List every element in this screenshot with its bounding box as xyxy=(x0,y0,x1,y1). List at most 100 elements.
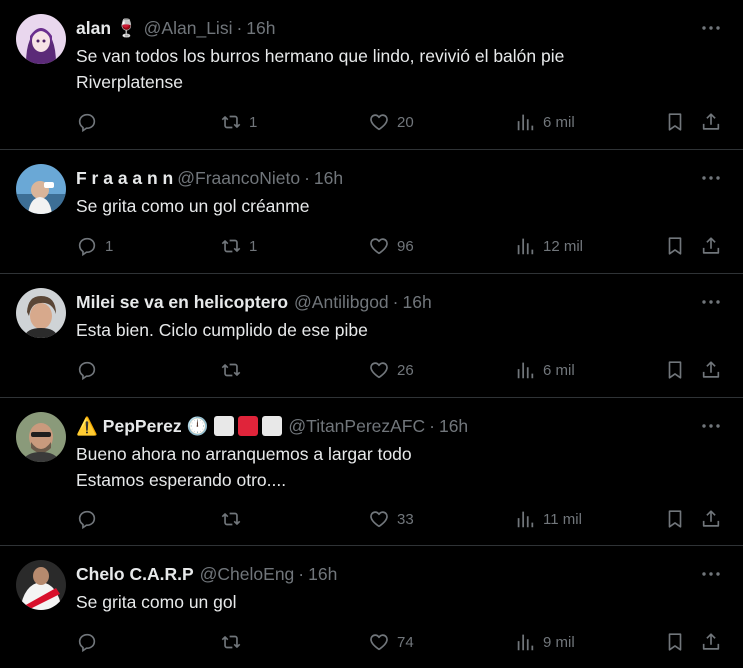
user-handle[interactable]: @CheloEng xyxy=(200,564,295,585)
share-icon xyxy=(702,633,720,650)
views-button[interactable]: 9 mil xyxy=(514,629,575,655)
share-button[interactable] xyxy=(700,506,722,532)
like-count: 20 xyxy=(397,113,414,131)
tweet-actions: 33 11 mil xyxy=(76,506,723,532)
views-icon xyxy=(517,634,534,651)
views-button[interactable]: 6 mil xyxy=(514,109,575,135)
reply-icon xyxy=(78,113,96,133)
more-options-button[interactable] xyxy=(701,18,721,38)
avatar[interactable] xyxy=(16,288,66,338)
bookmark-button[interactable] xyxy=(664,109,686,135)
more-icon xyxy=(702,300,720,304)
reply-button[interactable]: 1 xyxy=(76,233,113,259)
reply-button[interactable] xyxy=(76,357,105,383)
tweet-text: Se grita como un gol créanme xyxy=(76,193,723,219)
tweet[interactable]: F r a a a n n @FraancoNieto · 16h Se gri… xyxy=(0,150,743,274)
avatar[interactable] xyxy=(16,412,66,462)
timestamp[interactable]: 16h xyxy=(314,168,343,189)
display-name[interactable]: F r a a a n n xyxy=(76,168,173,189)
reply-button[interactable] xyxy=(76,506,105,532)
more-options-button[interactable] xyxy=(701,564,721,584)
share-button[interactable] xyxy=(700,109,722,135)
timestamp[interactable]: 16h xyxy=(308,564,337,585)
tweet-header: Milei se va en helicoptero @Antilibgod ·… xyxy=(76,290,683,314)
like-button[interactable]: 20 xyxy=(368,109,414,135)
like-button[interactable]: 96 xyxy=(368,233,414,259)
avatar[interactable] xyxy=(16,560,66,610)
retweet-icon xyxy=(221,635,241,649)
like-button[interactable]: 26 xyxy=(368,357,414,383)
tweet-actions: 1 1 96 12 mil xyxy=(76,233,723,259)
share-button[interactable] xyxy=(700,233,722,259)
bookmark-icon xyxy=(668,237,682,255)
views-count: 9 mil xyxy=(543,633,575,651)
tweet-text-line: Esta bien. Ciclo cumplido de ese pibe xyxy=(76,320,368,340)
views-button[interactable]: 12 mil xyxy=(514,233,583,259)
tweet-text: Bueno ahora no arranquemos a largar todo… xyxy=(76,441,723,493)
tweet-actions: 1 20 6 mil xyxy=(76,109,723,135)
views-icon xyxy=(517,238,534,255)
retweet-button[interactable] xyxy=(220,629,249,655)
user-handle[interactable]: @Alan_Lisi xyxy=(144,18,233,39)
share-icon xyxy=(702,237,720,254)
share-button[interactable] xyxy=(700,629,722,655)
display-name[interactable]: Milei se va en helicoptero xyxy=(76,292,288,313)
heart-icon xyxy=(370,511,388,528)
bookmark-button[interactable] xyxy=(664,506,686,532)
timestamp[interactable]: 16h xyxy=(403,292,432,313)
flag-emoji-group xyxy=(214,416,286,436)
more-options-button[interactable] xyxy=(701,168,721,188)
tweet[interactable]: Chelo C.A.R.P @CheloEng · 16h Se grita c… xyxy=(0,546,743,668)
like-button[interactable]: 74 xyxy=(368,629,414,655)
views-icon xyxy=(517,114,534,131)
retweet-button[interactable] xyxy=(220,357,249,383)
warning-icon: ⚠️ xyxy=(76,415,98,436)
bookmark-button[interactable] xyxy=(664,629,686,655)
retweet-button[interactable]: 1 xyxy=(220,109,257,135)
views-icon xyxy=(517,362,534,379)
user-handle[interactable]: @FraancoNieto xyxy=(177,168,300,189)
retweet-count: 1 xyxy=(249,113,258,131)
tweet[interactable]: alan 🍷 @Alan_Lisi · 16h Se van todos los… xyxy=(0,0,743,150)
bookmark-button[interactable] xyxy=(664,233,686,259)
tweet[interactable]: Milei se va en helicoptero @Antilibgod ·… xyxy=(0,274,743,398)
more-icon xyxy=(702,176,720,180)
retweet-button[interactable] xyxy=(220,506,249,532)
retweet-button[interactable]: 1 xyxy=(220,233,257,259)
views-icon xyxy=(517,511,534,528)
views-button[interactable]: 6 mil xyxy=(514,357,575,383)
more-options-button[interactable] xyxy=(701,416,721,436)
user-handle[interactable]: @Antilibgod xyxy=(294,292,389,313)
display-name[interactable]: Chelo C.A.R.P xyxy=(76,564,194,585)
timestamp[interactable]: 16h xyxy=(439,416,468,437)
views-count: 6 mil xyxy=(543,361,575,379)
like-button[interactable]: 33 xyxy=(368,506,414,532)
retweet-icon xyxy=(221,363,241,377)
reply-button[interactable] xyxy=(76,629,105,655)
red-square-icon xyxy=(238,416,259,436)
bookmark-button[interactable] xyxy=(664,357,686,383)
user-handle[interactable]: @TitanPerezAFC xyxy=(288,416,425,437)
display-name[interactable]: alan 🍷 xyxy=(76,18,138,39)
timestamp[interactable]: 16h xyxy=(246,18,275,39)
share-button[interactable] xyxy=(700,357,722,383)
clock-icon: 🕛 xyxy=(186,415,209,436)
more-icon xyxy=(702,424,720,428)
separator-dot: · xyxy=(392,291,399,312)
bookmark-icon xyxy=(668,361,682,379)
tweet-actions: 74 9 mil xyxy=(76,629,723,655)
display-name[interactable]: PepPerez xyxy=(103,416,182,437)
tweet-text-line: Riverplatense xyxy=(76,72,183,92)
tweet-header: F r a a a n n @FraancoNieto · 16h xyxy=(76,166,683,190)
avatar[interactable] xyxy=(16,164,66,214)
tweet-text-line: Estamos esperando otro.... xyxy=(76,470,287,490)
share-icon xyxy=(702,361,720,378)
views-button[interactable]: 11 mil xyxy=(514,506,582,532)
separator-dot: · xyxy=(298,563,305,584)
reply-button[interactable] xyxy=(76,109,105,135)
white-square-icon xyxy=(262,416,283,436)
avatar[interactable] xyxy=(16,14,66,64)
more-icon xyxy=(702,26,720,30)
tweet[interactable]: ⚠️ PepPerez 🕛 @TitanPerezAFC · 16h Bueno… xyxy=(0,398,743,546)
more-options-button[interactable] xyxy=(701,292,721,312)
